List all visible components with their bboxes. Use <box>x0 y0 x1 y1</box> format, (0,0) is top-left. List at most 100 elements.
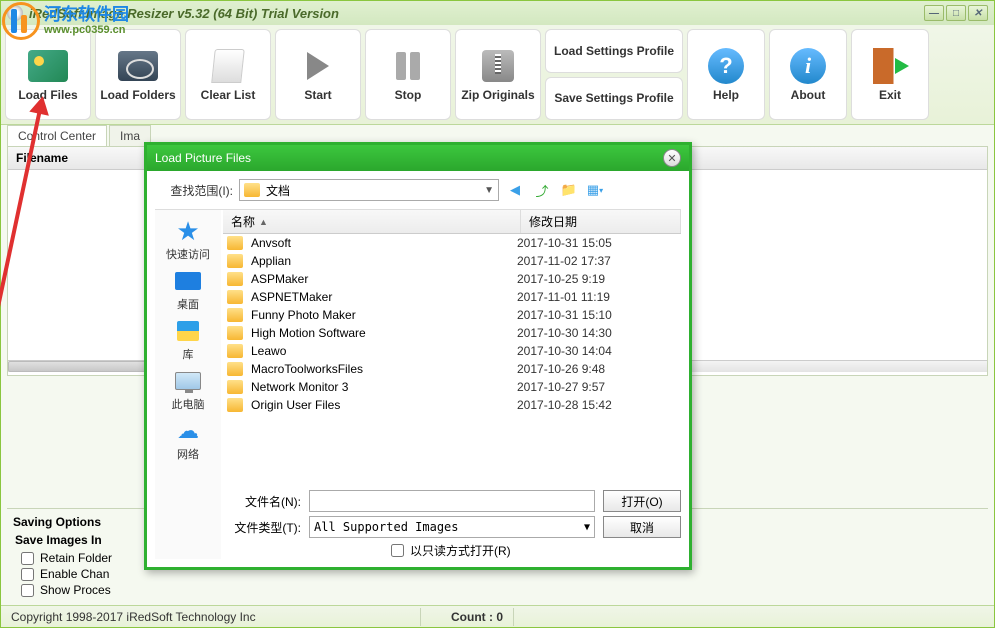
folder-icon <box>227 236 243 250</box>
sidebar-network[interactable]: ☁ 网络 <box>173 418 203 462</box>
file-name: Network Monitor 3 <box>251 380 517 394</box>
file-name: Origin User Files <box>251 398 517 412</box>
file-name: High Motion Software <box>251 326 517 340</box>
file-item[interactable]: Anvsoft2017-10-31 15:05 <box>223 234 681 252</box>
nav-back-button[interactable]: ◀ <box>505 180 525 200</box>
nav-up-button[interactable]: ⤴ <box>531 180 553 200</box>
file-name: Anvsoft <box>251 236 517 250</box>
library-icon <box>177 321 199 341</box>
file-date: 2017-10-31 15:05 <box>517 236 677 250</box>
info-icon: i <box>790 48 826 84</box>
desktop-icon <box>175 272 201 290</box>
dialog-close-button[interactable]: ✕ <box>663 149 681 167</box>
network-icon: ☁ <box>173 418 203 444</box>
folder-icon <box>227 398 243 412</box>
sidebar-desktop[interactable]: 桌面 <box>173 268 203 312</box>
file-date: 2017-10-31 15:10 <box>517 308 677 322</box>
file-date: 2017-10-26 9:48 <box>517 362 677 376</box>
file-name: ASPNETMaker <box>251 290 517 304</box>
file-name: Leawo <box>251 344 517 358</box>
filetype-select[interactable]: All Supported Images ▼ <box>309 516 595 538</box>
statusbar: Copyright 1998-2017 iRedSoft Technology … <box>1 605 994 627</box>
copyright-label: Copyright 1998-2017 iRedSoft Technology … <box>1 608 421 626</box>
readonly-checkbox[interactable]: 以只读方式打开(R) <box>391 542 681 559</box>
titlebar: iRedSoft Image Resizer v5.32 (64 Bit) Tr… <box>1 1 994 25</box>
file-item[interactable]: MacroToolworksFiles2017-10-26 9:48 <box>223 360 681 378</box>
clear-icon <box>211 49 245 83</box>
save-settings-button[interactable]: Save Settings Profile <box>545 77 683 121</box>
look-in-select[interactable]: 文档 ▼ <box>239 179 499 201</box>
settings-col: Load Settings Profile Save Settings Prof… <box>545 29 683 120</box>
clear-list-button[interactable]: Clear List <box>185 29 271 120</box>
places-sidebar: ★ 快速访问 桌面 库 此电脑 ☁ 网络 <box>155 210 221 559</box>
file-name: Funny Photo Maker <box>251 308 517 322</box>
pause-icon <box>396 52 420 80</box>
file-item[interactable]: Leawo2017-10-30 14:04 <box>223 342 681 360</box>
file-name: ASPMaker <box>251 272 517 286</box>
file-list[interactable]: Anvsoft2017-10-31 15:05Applian2017-11-02… <box>223 234 681 480</box>
filetype-label: 文件类型(T): <box>223 519 301 536</box>
file-date: 2017-10-30 14:30 <box>517 326 677 340</box>
folder-icon <box>227 254 243 268</box>
load-settings-button[interactable]: Load Settings Profile <box>545 29 683 73</box>
folder-icon <box>227 272 243 286</box>
folder-icon <box>227 380 243 394</box>
file-item[interactable]: ASPMaker2017-10-25 9:19 <box>223 270 681 288</box>
nav-view-button[interactable]: ▦▾ <box>585 180 605 200</box>
filename-input[interactable] <box>309 490 595 512</box>
sidebar-this-pc[interactable]: 此电脑 <box>172 368 205 412</box>
file-browser: 名称▲ 修改日期 Anvsoft2017-10-31 15:05Applian2… <box>223 210 681 559</box>
exit-icon <box>873 48 907 84</box>
file-date: 2017-10-25 9:19 <box>517 272 677 286</box>
dialog-titlebar: Load Picture Files ✕ <box>147 145 689 171</box>
toolbar: Load Files Load Folders Clear List Start… <box>1 25 994 125</box>
folder-icon <box>227 326 243 340</box>
count-label: Count : 0 <box>441 608 514 626</box>
exit-button[interactable]: Exit <box>851 29 929 120</box>
file-item[interactable]: Origin User Files2017-10-28 15:42 <box>223 396 681 414</box>
help-button[interactable]: ? Help <box>687 29 765 120</box>
star-icon: ★ <box>173 218 203 244</box>
show-process-checkbox[interactable]: Show Proces <box>21 583 982 597</box>
col-name-header[interactable]: 名称▲ <box>223 210 521 233</box>
look-in-label: 查找范围(I): <box>155 182 233 199</box>
nav-new-folder-button[interactable]: 📁 <box>559 180 579 200</box>
load-folders-button[interactable]: Load Folders <box>95 29 181 120</box>
sidebar-quick-access[interactable]: ★ 快速访问 <box>166 218 210 262</box>
open-button[interactable]: 打开(O) <box>603 490 681 512</box>
folder-icon <box>227 290 243 304</box>
folder-icon <box>227 308 243 322</box>
about-button[interactable]: i About <box>769 29 847 120</box>
chevron-down-icon: ▼ <box>584 522 590 533</box>
stop-button[interactable]: Stop <box>365 29 451 120</box>
cancel-button[interactable]: 取消 <box>603 516 681 538</box>
file-name: MacroToolworksFiles <box>251 362 517 376</box>
minimize-button[interactable]: — <box>924 5 944 21</box>
folder-icon <box>244 183 260 197</box>
close-button[interactable]: ✕ <box>968 5 988 21</box>
zip-originals-button[interactable]: Zip Originals <box>455 29 541 120</box>
sidebar-libraries[interactable]: 库 <box>173 318 203 362</box>
file-date: 2017-10-27 9:57 <box>517 380 677 394</box>
sort-indicator-icon: ▲ <box>259 217 268 227</box>
start-button[interactable]: Start <box>275 29 361 120</box>
folder-icon <box>227 362 243 376</box>
pc-icon <box>175 372 201 390</box>
help-icon: ? <box>708 48 744 84</box>
col-date-header[interactable]: 修改日期 <box>521 210 681 233</box>
column-headers: 名称▲ 修改日期 <box>223 210 681 234</box>
file-item[interactable]: Applian2017-11-02 17:37 <box>223 252 681 270</box>
tab-control-center[interactable]: Control Center <box>7 125 107 146</box>
maximize-button[interactable]: □ <box>946 5 966 21</box>
file-item[interactable]: ASPNETMaker2017-11-01 11:19 <box>223 288 681 306</box>
dialog-title: Load Picture Files <box>155 151 251 165</box>
zip-icon <box>482 50 514 82</box>
camera-icon <box>118 51 158 81</box>
file-item[interactable]: Network Monitor 32017-10-27 9:57 <box>223 378 681 396</box>
file-item[interactable]: Funny Photo Maker2017-10-31 15:10 <box>223 306 681 324</box>
file-item[interactable]: High Motion Software2017-10-30 14:30 <box>223 324 681 342</box>
filename-label: 文件名(N): <box>223 493 301 510</box>
chevron-down-icon: ▼ <box>484 185 494 196</box>
folder-icon <box>227 344 243 358</box>
file-name: Applian <box>251 254 517 268</box>
